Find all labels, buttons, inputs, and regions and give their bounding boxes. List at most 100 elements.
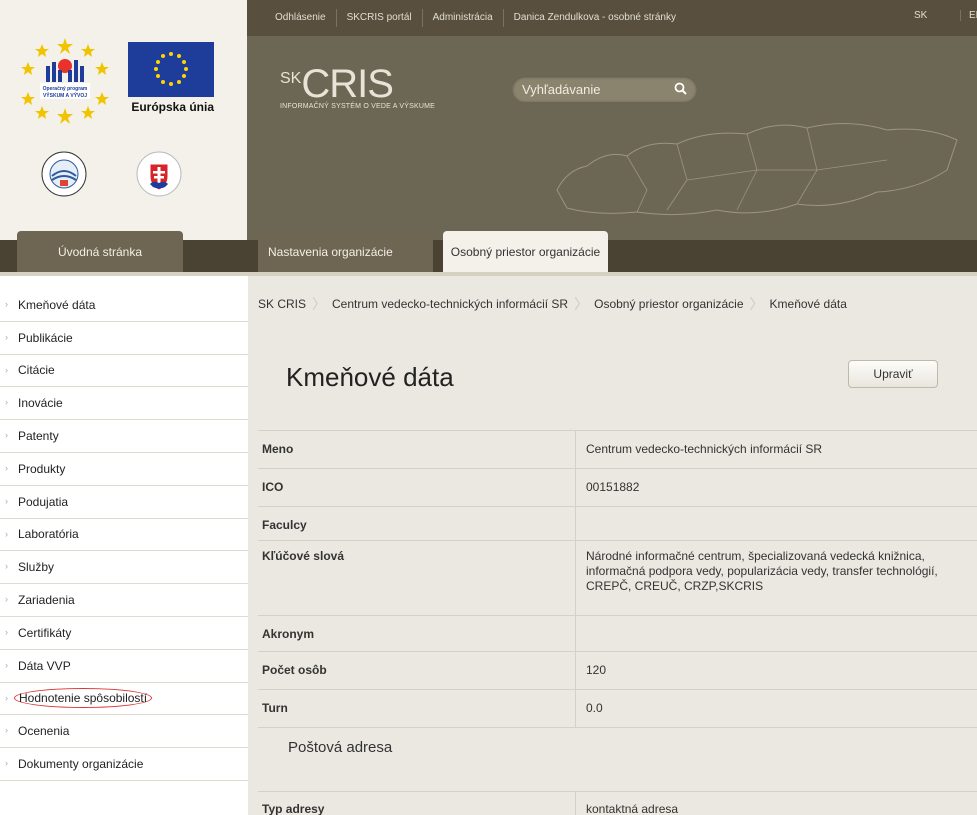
row-value <box>576 507 977 540</box>
chevron-right-icon: › <box>5 299 8 309</box>
sidebar-item-products[interactable]: › Produkty <box>0 453 248 486</box>
sidebar-nav: › Kmeňové dáta › Publikácie › Citácie › Inov… <box>0 289 248 781</box>
main-content: SK CRIS 〉 Centrum vedecko-technických in… <box>248 276 977 815</box>
operational-program-logo: Operačný program VÝSKUM A VÝVOJ <box>20 36 110 124</box>
brand-subtitle: INFORMAČNÝ SYSTÉM O VEDE A VÝSKUME <box>280 103 435 110</box>
lang-sk-link[interactable]: SK <box>914 10 927 21</box>
chevron-right-icon: › <box>5 462 8 473</box>
svg-text:VÝSKUM A VÝVOJ: VÝSKUM A VÝVOJ <box>43 92 87 99</box>
breadcrumb-organization[interactable]: Centrum vedecko-technických informácií S… <box>332 297 568 311</box>
row-key: Faculcy <box>258 507 576 540</box>
cvti-logo <box>40 150 88 198</box>
sidebar-item-label: Ocenenia <box>18 724 70 739</box>
row-key: Turn <box>258 690 576 727</box>
slovakia-map-outline <box>556 123 958 216</box>
sidebar-item-label: Podujatia <box>18 494 69 509</box>
sidebar-item-label: Patenty <box>18 429 59 444</box>
sidebar-item-documents[interactable]: › Dokumenty organizácie <box>0 748 248 781</box>
sidebar-item-laboratories[interactable]: › Laboratória <box>0 519 248 552</box>
chevron-right-icon: › <box>5 397 8 408</box>
chevron-right-icon: › <box>5 626 8 637</box>
skcris-portal-link[interactable]: SKCRIS portál <box>337 9 423 27</box>
sidebar-item-label: Služby <box>18 560 55 575</box>
row-value: Centrum vedecko-technických informácií S… <box>586 442 823 456</box>
breadcrumb-separator-icon: 〉 <box>312 296 327 312</box>
top-nav-bar: Odhlásenie SKCRIS portál Administrácia D… <box>247 0 977 36</box>
sidebar-item-events[interactable]: › Podujatia <box>0 486 248 519</box>
postal-address-heading: Poštová adresa <box>288 739 393 756</box>
chevron-right-icon: › <box>5 594 8 605</box>
sidebar-item-label: Inovácie <box>18 396 63 411</box>
tab-organization-space[interactable]: Osobný priestor organizácie <box>443 231 608 272</box>
sidebar-item-capability-assessment[interactable]: › Hodnotenie spôsobilostí <box>0 683 248 716</box>
chevron-right-icon: › <box>5 528 8 539</box>
sidebar-item-label: Produkty <box>18 461 66 476</box>
breadcrumb-current: Kmeňové dáta <box>769 297 847 311</box>
sidebar-item-label: Publikácie <box>18 330 73 345</box>
chevron-right-icon: › <box>5 659 8 670</box>
row-key: ICO <box>258 469 576 506</box>
breadcrumb-organization-space[interactable]: Osobný priestor organizácie <box>594 297 743 311</box>
sidebar-item-label: Laboratória <box>18 527 79 542</box>
sidebar-item-label: Dáta VVP <box>18 658 71 673</box>
sidebar-item-patents[interactable]: › Patenty <box>0 420 248 453</box>
table-row: Kľúčové slová Národné informačné centrum,… <box>258 541 977 616</box>
search-input[interactable] <box>512 76 662 102</box>
sidebar-item-rd-data[interactable]: › Dáta VVP <box>0 650 248 683</box>
sidebar-item-publications[interactable]: › Publikácie <box>0 322 248 355</box>
table-row: Faculcy <box>258 507 977 541</box>
lang-en-link[interactable]: EN <box>960 10 977 21</box>
chevron-right-icon: › <box>5 331 8 342</box>
personal-pages-link[interactable]: Danica Zendulkova - osobné stránky <box>504 9 686 27</box>
row-value: 00151882 <box>586 480 640 494</box>
search-box <box>512 76 697 102</box>
table-row: Počet osôb 120 <box>258 652 977 690</box>
sidebar-item-innovations[interactable]: › Inovácie <box>0 387 248 421</box>
brand-prefix: SK <box>280 70 302 87</box>
sidebar-item-services[interactable]: › Služby <box>0 551 248 585</box>
brand-name: CRIS <box>301 62 394 106</box>
row-value: kontaktná adresa <box>586 802 679 815</box>
table-row: Turn 0.0 <box>258 690 977 728</box>
sidebar-item-label: Zariadenia <box>18 593 75 608</box>
table-row: ICO 00151882 <box>258 469 977 507</box>
breadcrumb-skcris[interactable]: SK CRIS <box>258 297 306 311</box>
sidebar-item-facilities[interactable]: › Zariadenia <box>0 584 248 617</box>
eu-logo: Európska únia <box>128 42 214 122</box>
sidebar-item-label: Kmeňové dáta <box>18 297 96 312</box>
row-value: 0.0 <box>586 701 603 715</box>
sidebar-item-label: Dokumenty organizácie <box>18 757 144 772</box>
sidebar-item-citations[interactable]: › Citácie <box>0 355 248 388</box>
chevron-right-icon: › <box>5 364 8 375</box>
details-table: Meno Centrum vedecko-technických informác… <box>258 430 977 728</box>
administration-link[interactable]: Administrácia <box>423 9 504 27</box>
chevron-right-icon: › <box>5 725 8 736</box>
chevron-right-icon: › <box>5 758 8 769</box>
chevron-right-icon: › <box>5 561 8 572</box>
table-row: Typ adresy kontaktná adresa <box>258 791 977 815</box>
sidebar-item-core-data[interactable]: › Kmeňové dáta <box>0 289 248 322</box>
sidebar-item-label: Citácie <box>18 363 55 378</box>
row-key: Typ adresy <box>258 792 576 815</box>
chevron-right-icon: › <box>5 430 8 441</box>
row-key: Akronym <box>258 616 576 651</box>
skcris-logo[interactable]: SKCRIS INFORMAČNÝ SYSTÉM O VEDE A VÝSKUM… <box>280 62 435 110</box>
sk-coat-of-arms-logo <box>135 150 183 198</box>
chevron-right-icon: › <box>5 692 8 703</box>
breadcrumb-separator-icon: 〉 <box>574 296 589 312</box>
sidebar-item-label: Certifikáty <box>18 625 72 640</box>
row-key: Kľúčové slová <box>258 541 576 615</box>
tab-organization-settings[interactable]: Nastavenia organizácie <box>258 231 433 272</box>
search-icon[interactable] <box>674 82 687 98</box>
sidebar-item-certificates[interactable]: › Certifikáty <box>0 617 248 650</box>
tab-home[interactable]: Úvodná stránka <box>17 231 183 272</box>
breadcrumb: SK CRIS 〉 Centrum vedecko-technických in… <box>258 294 847 314</box>
table-row: Meno Centrum vedecko-technických informác… <box>258 431 977 469</box>
edit-button[interactable]: Upraviť <box>848 360 938 388</box>
row-key: Počet osôb <box>258 652 576 689</box>
logout-link[interactable]: Odhlásenie <box>247 9 337 27</box>
row-value: Národné informačné centrum, špecializova… <box>586 549 938 593</box>
table-row: Akronym <box>258 616 977 652</box>
row-value: 120 <box>586 663 607 677</box>
sidebar-item-awards[interactable]: › Ocenenia <box>0 715 248 749</box>
